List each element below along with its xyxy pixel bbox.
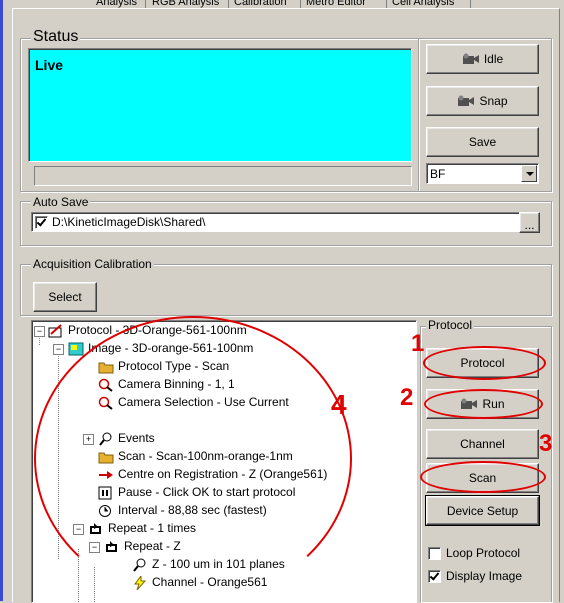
protocol-icon — [48, 324, 62, 338]
tab-analysis[interactable]: Analysis — [96, 0, 137, 8]
device-setup-button[interactable]: Device Setup — [425, 495, 540, 526]
autosave-checkbox[interactable] — [35, 216, 48, 229]
collapse-toggle[interactable]: − — [53, 344, 64, 355]
save-label: Save — [468, 135, 497, 149]
save-button[interactable]: Save — [426, 127, 539, 157]
tab-separator — [300, 0, 301, 8]
tab-rgb-analysis[interactable]: RGB Analysis — [152, 0, 219, 8]
image-icon — [68, 342, 84, 356]
browse-button[interactable]: ... — [519, 212, 540, 233]
status-legend: Status — [31, 28, 81, 46]
tab-metro-editor[interactable]: Metro Editor — [306, 0, 366, 8]
display-image-checkbox[interactable] — [428, 570, 441, 583]
calibration-group — [20, 264, 552, 316]
annotation-ellipse-scan — [420, 461, 546, 493]
annotation-number-1: 1 — [411, 330, 425, 357]
snap-button[interactable]: Snap — [426, 86, 539, 116]
device-setup-label: Device Setup — [446, 503, 519, 518]
annotation-ellipse-tree — [34, 316, 352, 601]
calibration-select-button[interactable]: Select — [33, 282, 97, 312]
mode-select[interactable]: BF — [426, 163, 539, 184]
loop-protocol-checkbox[interactable] — [428, 547, 441, 560]
camera-icon — [458, 95, 475, 106]
tab-separator — [470, 0, 471, 8]
idle-button[interactable]: Idle — [426, 44, 539, 74]
window-edge — [0, 0, 3, 601]
browse-label: ... — [524, 217, 535, 232]
annotation-number-2: 2 — [400, 384, 414, 411]
status-display: Live — [28, 48, 412, 162]
status-live-text: Live — [35, 57, 64, 73]
tree-guide — [94, 567, 95, 602]
channel-button[interactable]: Channel — [426, 429, 539, 459]
snap-label: Snap — [479, 94, 508, 108]
autosave-legend: Auto Save — [31, 195, 91, 209]
chevron-down-icon[interactable] — [521, 165, 537, 182]
idle-label: Idle — [483, 52, 504, 66]
autosave-path-value: D:\KineticImageDisk\Shared\ — [52, 215, 206, 229]
mode-select-value: BF — [430, 167, 446, 181]
calibration-select-label: Select — [48, 290, 82, 304]
tab-calibration[interactable]: Calibration — [234, 0, 287, 8]
tab-separator — [228, 0, 229, 8]
protocol-legend: Protocol — [426, 318, 475, 332]
display-image-label: Display Image — [446, 569, 523, 583]
status-progress-bar — [34, 166, 412, 186]
tab-separator — [386, 0, 387, 8]
collapse-toggle[interactable]: − — [34, 326, 45, 337]
tab-strip: Analysis RGB Analysis Calibration Metro … — [0, 0, 564, 8]
autosave-path-field[interactable]: D:\KineticImageDisk\Shared\ — [31, 212, 538, 232]
calibration-legend: Acquisition Calibration — [31, 257, 154, 271]
annotation-ellipse-protocol — [423, 346, 546, 380]
camera-icon — [462, 53, 479, 64]
channel-label: Channel — [460, 437, 505, 451]
annotation-number-3: 3 — [539, 430, 553, 457]
loop-protocol-label: Loop Protocol — [446, 546, 521, 560]
annotation-ellipse-run — [424, 389, 543, 419]
annotation-number-4: 4 — [331, 389, 347, 420]
tab-cell-analysis[interactable]: Cell Analysis — [392, 0, 454, 8]
tab-separator — [145, 0, 146, 8]
